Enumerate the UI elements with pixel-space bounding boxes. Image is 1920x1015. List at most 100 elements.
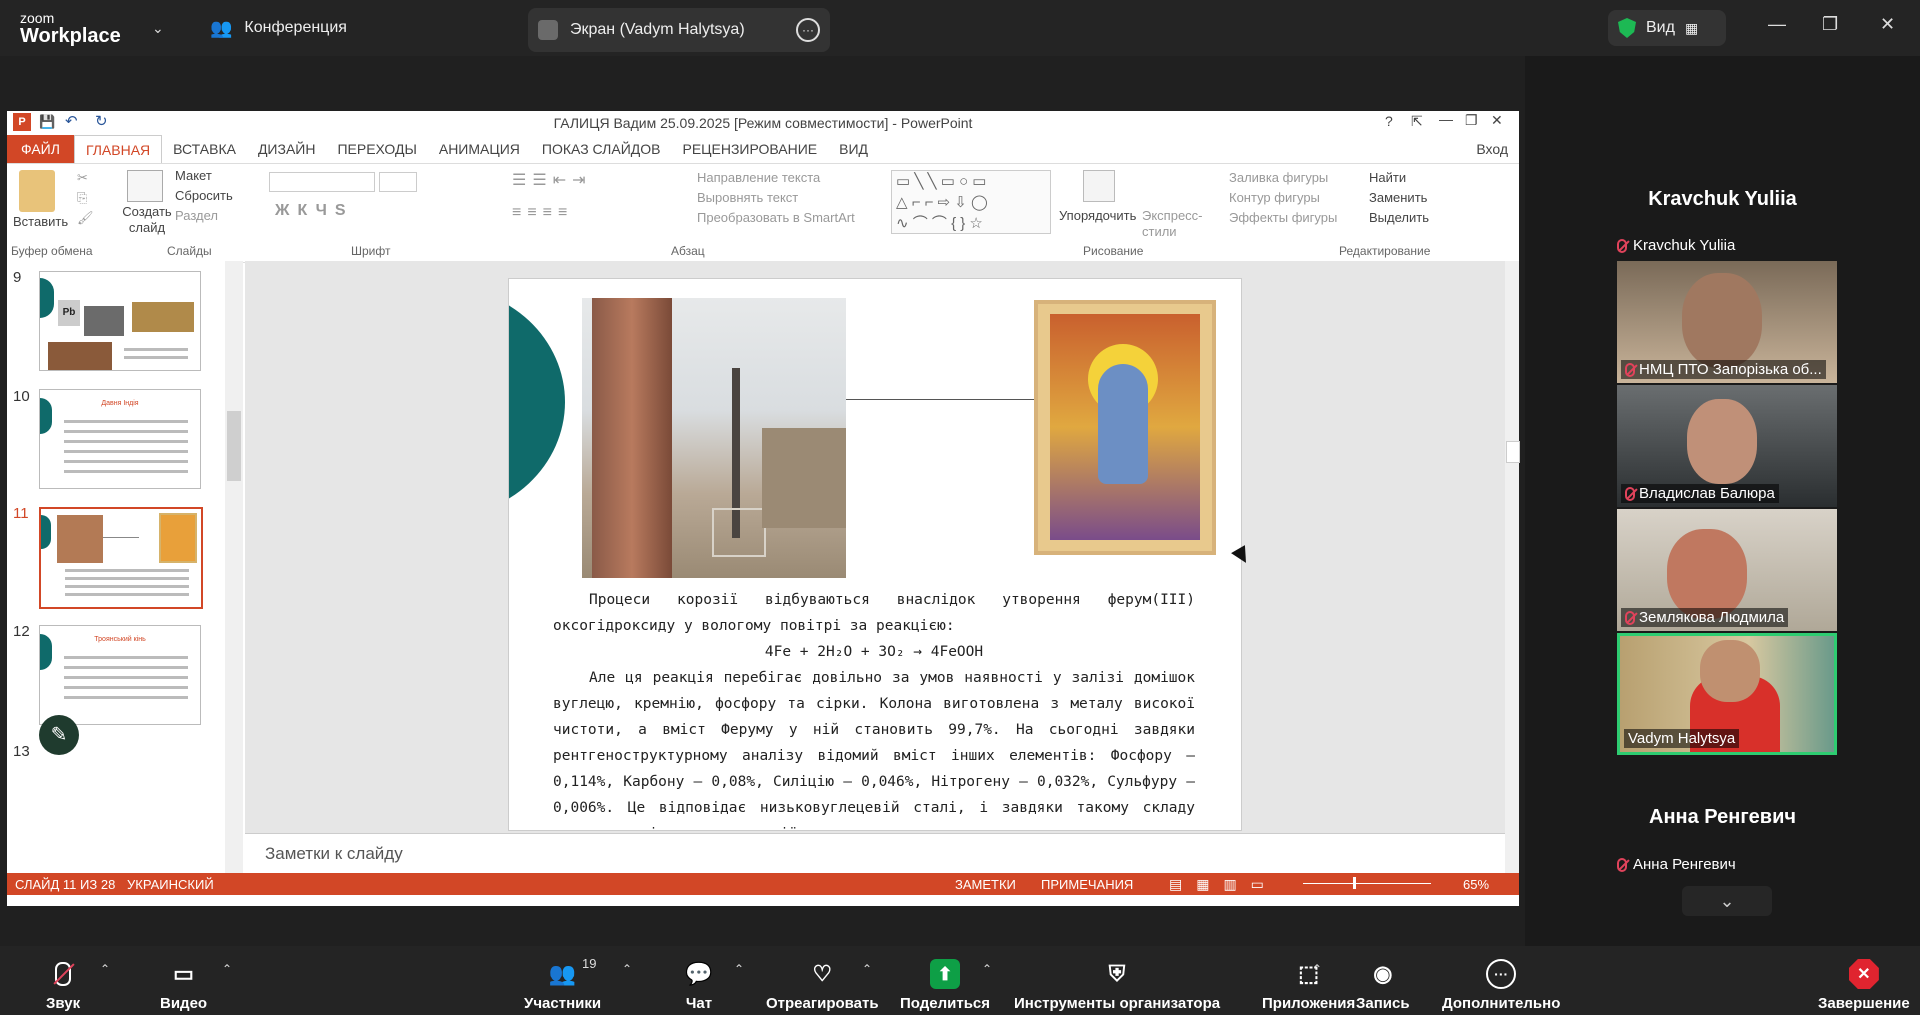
tab-insert[interactable]: ВСТАВКА [162,135,247,163]
gallery-scroll-down-icon[interactable]: ⌄ [1682,886,1772,916]
tab-review[interactable]: РЕЦЕНЗИРОВАНИЕ [671,135,828,163]
tab-conference[interactable]: 👥 Конференция [210,10,347,46]
chevron-down-icon[interactable]: ⌄ [152,20,164,37]
section-button[interactable]: Раздел [175,208,218,223]
slide-thumbnail-12[interactable]: Троянський кінь [39,625,201,725]
cut-icon[interactable]: ✂ [77,170,88,186]
shape-fill-button[interactable]: Заливка фигуры [1229,170,1328,185]
audio-button[interactable]: Звук [46,952,80,1012]
minimize-icon[interactable]: — [1439,111,1453,127]
participant-tile[interactable]: НМЦ ПТО Запорізька об... [1617,261,1837,383]
notes-toggle[interactable]: ЗАМЕТКИ [955,877,1016,892]
shield-icon [1618,18,1636,38]
video-button[interactable]: ▭ Видео [160,952,207,1012]
slide-thumbnail-11-selected[interactable] [39,507,203,609]
restore-icon[interactable]: ❐ [1822,14,1838,35]
host-tools-button[interactable]: ⛨ Инструменты организатора [1014,952,1220,1012]
text-direction-button[interactable]: Направление текста [697,170,820,185]
tab-animation[interactable]: АНИМАЦИЯ [428,135,531,163]
chat-icon: 💬 [685,961,713,986]
chat-button[interactable]: 💬 Чат [684,952,714,1012]
ribbon-options-icon[interactable]: ⇱ [1411,113,1423,130]
close-icon[interactable]: ✕ [1880,14,1895,35]
scrollbar-thumb[interactable] [1506,441,1520,463]
caret-up-icon[interactable]: ⌃ [734,962,744,976]
align-icons[interactable]: ≡≡≡≡ [512,204,573,222]
share-button[interactable]: ⬆ Поделиться [900,952,990,1012]
ppt-menu-tabs: ФАЙЛ ГЛАВНАЯ ВСТАВКА ДИЗАЙН ПЕРЕХОДЫ АНИ… [7,134,1519,164]
paste-button[interactable]: Вставить [13,214,68,229]
participant-label: НМЦ ПТО Запорізька об... [1621,360,1826,379]
ppt-title-bar: P 💾 ↶ ↻ ГАЛИЦЯ Вадим 25.09.2025 [Режим с… [7,111,1519,135]
record-button[interactable]: ◉ Запись [1356,952,1410,1012]
find-button[interactable]: Найти [1369,170,1406,185]
list-icons[interactable]: ☰☰⇤⇥ [512,170,592,190]
minimize-icon[interactable]: — [1768,14,1786,35]
comments-toggle[interactable]: ПРИМЕЧАНИЯ [1041,877,1133,892]
zoom-slider-thumb[interactable] [1353,877,1356,889]
shape-effects-button[interactable]: Эффекты фигуры [1229,210,1337,225]
react-button[interactable]: ♡ Отреагировать [766,952,879,1012]
notes-pane[interactable]: Заметки к слайду [245,833,1505,874]
font-size-select[interactable] [379,172,417,192]
more-options-icon[interactable]: ··· [796,18,820,42]
slide-thumbnail-9[interactable]: Pb [39,271,201,371]
shape-outline-button[interactable]: Контур фигуры [1229,190,1320,205]
caret-up-icon[interactable]: ⌃ [862,962,872,976]
canvas-scrollbar[interactable] [1505,261,1520,873]
caret-up-icon[interactable]: ⌃ [100,962,110,976]
arrange-button[interactable]: Упорядочить [1059,208,1136,223]
share-label: Поделиться [900,995,991,1012]
tab-home[interactable]: ГЛАВНАЯ [73,134,163,164]
video-label: Видео [160,995,208,1012]
end-meeting-button[interactable]: ✕ Завершение [1818,952,1910,1012]
slide-thumbnail-10[interactable]: Давня Індія [39,389,201,489]
quick-styles-button[interactable]: Экспресс-стили [1142,208,1212,240]
close-icon[interactable]: ✕ [1491,112,1503,129]
language-status[interactable]: УКРАИНСКИЙ [127,877,214,892]
view-button[interactable]: Вид ▦ [1608,10,1726,46]
caret-up-icon[interactable]: ⌃ [622,962,632,976]
tab-design[interactable]: ДИЗАЙН [247,135,327,163]
paste-icon[interactable] [19,170,55,212]
more-button[interactable]: ··· Дополнительно [1442,952,1560,1012]
layout-button[interactable]: Макет [175,168,212,183]
tab-transitions[interactable]: ПЕРЕХОДЫ [326,135,427,163]
zoom-slider[interactable] [1303,883,1431,884]
font-family-select[interactable] [269,172,375,192]
create-slide-button[interactable]: Создать слайд [117,204,177,236]
reset-button[interactable]: Сбросить [175,188,233,203]
sign-in-link[interactable]: Вход [1465,135,1519,163]
tab-file[interactable]: ФАЙЛ [7,135,74,163]
caret-up-icon[interactable]: ⌃ [982,962,992,976]
restore-icon[interactable]: ❐ [1465,112,1478,129]
caret-up-icon[interactable]: ⌃ [222,962,232,976]
participant-tile-active[interactable]: Vadym Halytsya [1617,633,1837,755]
tab-slideshow[interactable]: ПОКАЗ СЛАЙДОВ [531,135,672,163]
select-button[interactable]: Выделить [1369,210,1429,225]
view-mode-icons[interactable]: ▤▦▥▭ [1169,876,1278,893]
align-text-button[interactable]: Выровнять текст [697,190,798,205]
speaker-name-top: Kravchuk Yuliia [1648,188,1797,210]
participant-tile[interactable]: Владислав Балюра [1617,385,1837,507]
host-tools-label: Инструменты организатора [1014,995,1221,1012]
replace-button[interactable]: Заменить [1369,190,1427,205]
scrollbar-thumb[interactable] [227,411,241,481]
thumbnails-scrollbar[interactable] [225,261,243,873]
copy-icon[interactable]: ⎘ [77,190,87,206]
new-slide-icon[interactable] [127,170,163,202]
smartart-button[interactable]: Преобразовать в SmartArt [697,210,855,225]
tab-view[interactable]: ВИД [828,135,879,163]
format-painter-icon[interactable]: 🖌 [77,210,94,226]
zoom-percent[interactable]: 65% [1463,877,1489,892]
help-icon[interactable]: ? [1385,113,1393,129]
caret-up-icon[interactable]: ⌃ [1312,962,1322,976]
tab-screen-share[interactable]: Экран (Vadym Halytsya) ··· [528,8,830,52]
current-slide[interactable]: Процеси корозії відбуваються внаслідок у… [508,278,1242,831]
participant-tile[interactable]: Землякова Людмила [1617,509,1837,631]
annotate-pen-icon[interactable]: ✎ [39,715,79,755]
shapes-gallery[interactable]: ▭ ╲ ╲ ▭ ○ ▭ △ ⌐ ⌐ ⇨ ⇩ ◯ ∿ ⌒ ⌒ { } ☆ [891,170,1051,234]
arrange-icon[interactable] [1083,170,1115,202]
apps-button[interactable]: ⬚ Приложения [1262,952,1355,1012]
font-format-icons[interactable]: ЖКЧS [275,202,354,220]
